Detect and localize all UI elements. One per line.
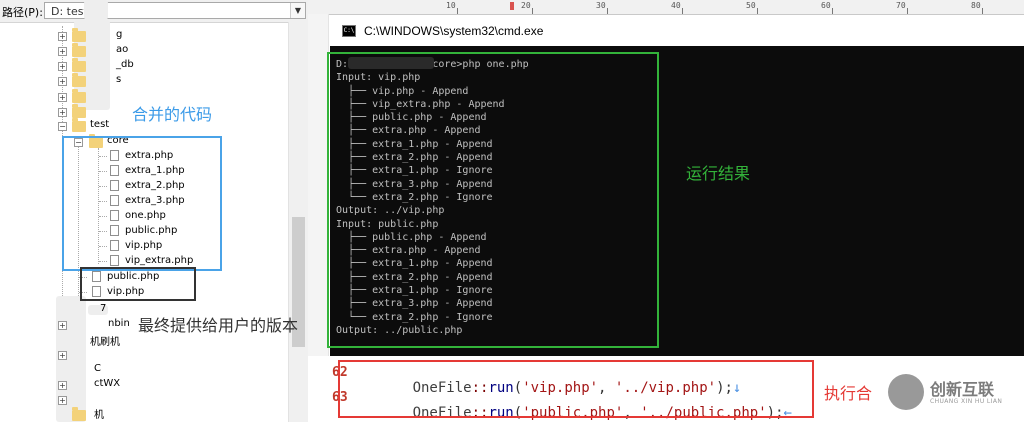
expand-icon[interactable]: + bbox=[58, 351, 67, 360]
logo-subtext: CHUANG XIN HU LIAN bbox=[930, 398, 1003, 405]
cmd-icon: C:\ bbox=[342, 25, 356, 37]
folder-icon bbox=[72, 89, 86, 103]
folder-icon bbox=[72, 118, 86, 132]
expand-icon[interactable]: + bbox=[58, 62, 67, 71]
cmd-titlebar[interactable]: C:\ C:\WINDOWS\system32\cmd.exe bbox=[330, 16, 1024, 46]
ruler-number: 20 bbox=[521, 1, 531, 10]
ruler-tick bbox=[982, 8, 983, 14]
folder-icon bbox=[72, 28, 86, 42]
expand-icon[interactable]: + bbox=[58, 32, 67, 41]
watermark-logo: 创新互联 CHUANG XIN HU LIAN bbox=[880, 366, 1024, 422]
tree-item-label[interactable]: C bbox=[94, 363, 101, 374]
tree-item-test[interactable]: test bbox=[90, 119, 109, 130]
execute-annotation: 执行合 bbox=[824, 384, 873, 403]
ruler-number: 10 bbox=[446, 1, 456, 10]
chevron-down-icon[interactable]: ▼ bbox=[290, 3, 305, 18]
folder-icon bbox=[72, 407, 86, 421]
path-label: 路径(P): bbox=[2, 6, 43, 19]
expand-icon[interactable]: + bbox=[58, 108, 67, 117]
tree-item-label[interactable]: 机刷机 bbox=[90, 333, 120, 348]
run-result-highlight-box bbox=[327, 52, 659, 348]
ruler-number: 60 bbox=[821, 1, 831, 10]
tree-item-label[interactable]: 7 bbox=[100, 303, 106, 314]
cmd-window-title: C:\WINDOWS\system32\cmd.exe bbox=[364, 24, 544, 38]
expand-icon[interactable]: + bbox=[58, 396, 67, 405]
merged-code-annotation: 合并的代码 bbox=[132, 105, 213, 124]
ruler-tick bbox=[832, 8, 833, 14]
expand-icon[interactable]: + bbox=[58, 93, 67, 102]
logo-icon bbox=[888, 374, 924, 410]
tree-item-label[interactable]: ao bbox=[116, 44, 128, 55]
ruler-number: 70 bbox=[896, 1, 906, 10]
path-bar: 路径(P): D: test ▼ bbox=[0, 0, 308, 23]
run-result-annotation: 运行结果 bbox=[686, 164, 751, 183]
tree-item-label[interactable]: ctWX bbox=[94, 378, 120, 389]
folder-icon bbox=[72, 73, 86, 87]
blurred-region bbox=[84, 0, 108, 20]
ruler-number: 30 bbox=[596, 1, 606, 10]
ruler-tick bbox=[907, 8, 908, 14]
tree-item-label[interactable]: _db bbox=[116, 59, 134, 70]
expand-icon[interactable]: + bbox=[58, 381, 67, 390]
ruler-tick bbox=[457, 8, 458, 14]
folder-icon bbox=[72, 104, 86, 118]
folder-icon bbox=[72, 43, 86, 57]
folder-icon bbox=[72, 58, 86, 72]
execute-highlight-box bbox=[338, 360, 814, 418]
expand-icon[interactable]: + bbox=[58, 77, 67, 86]
expand-icon[interactable]: + bbox=[58, 47, 67, 56]
expand-icon[interactable]: + bbox=[58, 321, 67, 330]
merged-code-highlight-box bbox=[62, 136, 222, 271]
ruler-tick bbox=[682, 8, 683, 14]
path-value: D: test bbox=[51, 5, 88, 18]
file-tree-pane: 路径(P): D: test ▼ + g + ao + _db + s + + … bbox=[0, 0, 308, 422]
ruler-tick bbox=[532, 8, 533, 14]
collapse-icon[interactable]: − bbox=[58, 122, 67, 131]
ruler-number: 50 bbox=[746, 1, 756, 10]
ruler-number: 80 bbox=[971, 1, 981, 10]
ruler-number: 40 bbox=[671, 1, 681, 10]
tree-scrollbar[interactable] bbox=[288, 22, 308, 422]
ruler-tick bbox=[607, 8, 608, 14]
tree-item-label[interactable]: g bbox=[116, 29, 122, 40]
editor-pane: 10 20 30 40 50 60 70 80 C:\ C:\WINDOWS\s… bbox=[308, 0, 1024, 422]
tree-item-label[interactable]: s bbox=[116, 74, 121, 85]
ruler-tick bbox=[757, 8, 758, 14]
editor-ruler: 10 20 30 40 50 60 70 80 bbox=[308, 0, 1024, 15]
tree-item-label[interactable]: 机 bbox=[94, 406, 104, 421]
tree-item-label[interactable]: nbin bbox=[108, 318, 130, 329]
final-version-annotation: 最终提供给用户的版本 bbox=[138, 316, 299, 335]
final-version-highlight-box bbox=[80, 267, 196, 301]
ruler-marker bbox=[510, 2, 514, 10]
logo-text: 创新互联 bbox=[930, 380, 995, 399]
